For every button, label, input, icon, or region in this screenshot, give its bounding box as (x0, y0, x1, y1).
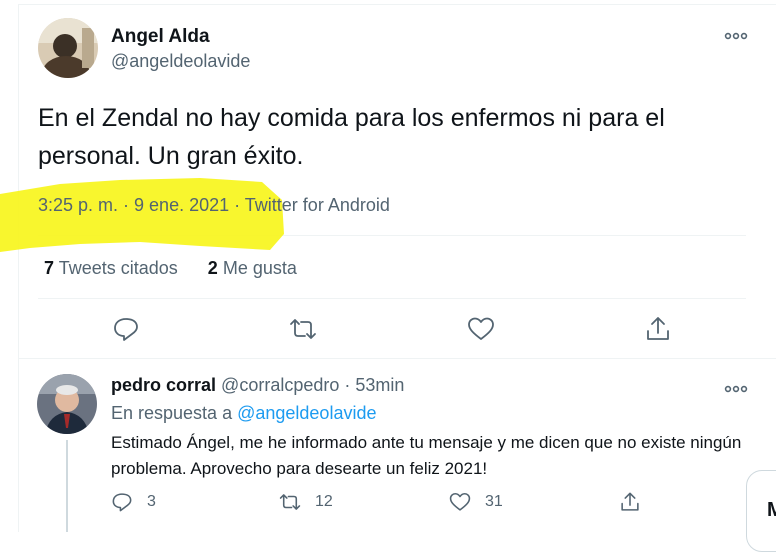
reply-text: Estimado Ángel, me he informado ante tu … (111, 433, 742, 478)
retweet-icon[interactable] (289, 315, 317, 343)
in-reply-prefix: En respuesta a (111, 403, 233, 423)
retweet-count: 12 (315, 493, 333, 510)
reply-action-retweet[interactable]: 12 (279, 488, 333, 516)
share-icon[interactable] (644, 315, 672, 343)
reply-action-reply[interactable]: 3 (111, 488, 156, 516)
reply-header: pedro corral @corralcpedro · 53min (111, 375, 404, 396)
author-handle[interactable]: @angeldeolavide (111, 51, 250, 72)
like-icon (449, 492, 471, 511)
reply-action-like[interactable]: 31 (449, 488, 503, 516)
in-reply-to: En respuesta a @angeldeolavide (111, 403, 376, 424)
likes-stat[interactable]: 2 Me gusta (208, 258, 297, 278)
retweet-icon (279, 494, 301, 510)
messages-drawer-letter: M (767, 499, 776, 521)
reply-count: 3 (147, 493, 156, 510)
quote-label: Tweets citados (58, 258, 178, 278)
highlighter-mark (0, 178, 284, 252)
reply-author-handle[interactable]: @corralcpedro (221, 375, 339, 395)
reply-action-share[interactable] (619, 488, 655, 516)
likes-label: Me gusta (222, 258, 297, 278)
tweet-text: En el Zendal no hay comida para los enfe… (38, 104, 665, 170)
divider-after-stats (38, 298, 746, 299)
like-count: 31 (485, 493, 503, 510)
in-reply-handle-link[interactable]: @angeldeolavide (237, 403, 376, 423)
like-icon[interactable] (467, 315, 495, 343)
share-icon (621, 492, 639, 511)
avatar[interactable] (38, 18, 98, 78)
more-icon[interactable] (724, 28, 748, 40)
reply-icon[interactable] (112, 315, 140, 343)
left-border (18, 4, 19, 532)
divider-after-actions (18, 358, 776, 359)
reply-time[interactable]: · 53min (344, 375, 404, 395)
reply-avatar[interactable] (37, 374, 97, 434)
reply-author-name[interactable]: pedro corral (111, 375, 216, 395)
top-border (18, 4, 776, 5)
author-name[interactable]: Angel Alda (111, 26, 210, 48)
reply-icon (112, 493, 132, 512)
tweet-stats: 7 Tweets citados 2 Me gusta (44, 258, 297, 279)
likes-count: 2 (207, 258, 218, 278)
thread-line (66, 440, 68, 532)
quote-tweets-stat[interactable]: 7 Tweets citados (44, 258, 178, 278)
reply-more-icon[interactable] (724, 381, 748, 393)
messages-drawer[interactable]: M (746, 470, 776, 552)
quote-count: 7 (44, 258, 55, 278)
tweet-timestamp[interactable]: 3:25 p. m. · 9 ene. 2021 · Twitter for A… (38, 195, 390, 216)
